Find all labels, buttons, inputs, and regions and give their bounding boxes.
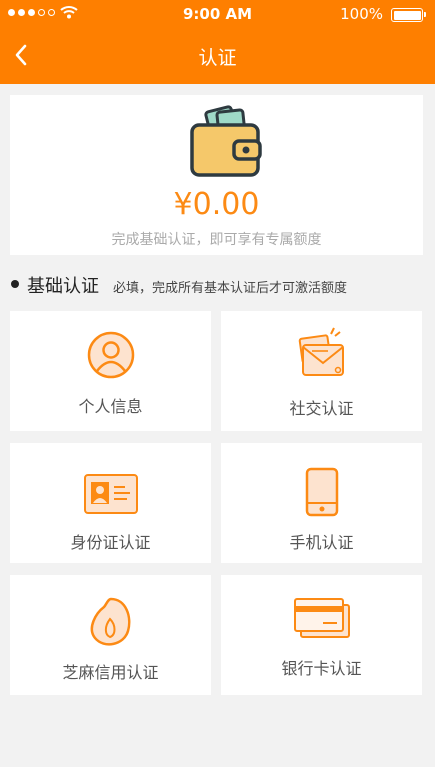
tile-label: 社交认证 — [289, 399, 354, 418]
balance-amount: ¥0.00 — [173, 187, 260, 222]
section-note: 必填，完成所有基本认证后才可激活额度 — [113, 281, 348, 296]
tile-social-auth[interactable]: 社交认证 — [221, 311, 422, 431]
wallet-icon — [190, 105, 262, 177]
tile-personal-info[interactable]: 个人信息 — [10, 311, 211, 431]
battery-icon — [391, 8, 426, 22]
tile-id-card[interactable]: 身份证认证 — [10, 443, 211, 563]
bank-card-icon — [293, 598, 350, 638]
tile-label: 身份证认证 — [70, 533, 151, 552]
id-card-icon — [83, 474, 138, 514]
section-title: 基础认证 — [27, 276, 99, 297]
balance-card: ¥0.00 完成基础认证，即可享有专属额度 — [10, 95, 423, 255]
tile-label: 个人信息 — [78, 397, 143, 416]
section-header: 基础认证 必填，完成所有基本认证后才可激活额度 — [0, 258, 435, 310]
sesame-icon — [90, 597, 130, 646]
social-envelope-icon — [298, 327, 344, 376]
person-icon — [87, 331, 134, 379]
battery-percent: 100% — [340, 5, 383, 23]
balance-hint: 完成基础认证，即可享有专属额度 — [111, 232, 322, 248]
tile-label: 芝麻信用认证 — [62, 663, 159, 682]
nav-bar: 认证 — [0, 28, 435, 84]
tile-label: 手机认证 — [289, 533, 354, 552]
phone-icon — [305, 467, 338, 517]
tile-phone[interactable]: 手机认证 — [221, 443, 422, 563]
tile-sesame-credit[interactable]: 芝麻信用认证 — [10, 575, 211, 695]
page-title: 认证 — [198, 47, 237, 69]
bullet-icon — [11, 280, 19, 288]
tile-bank-card[interactable]: 银行卡认证 — [221, 575, 422, 695]
status-bar: 9:00 AM 100% — [0, 0, 435, 28]
tile-label: 银行卡认证 — [281, 659, 362, 678]
